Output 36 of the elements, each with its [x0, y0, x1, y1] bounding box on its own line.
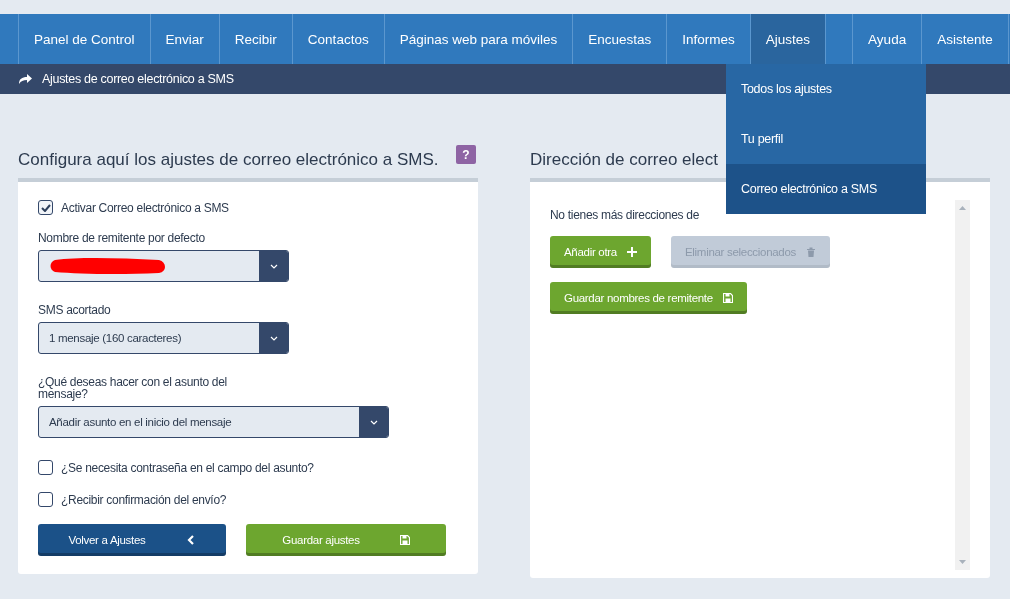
save-button[interactable]: Guardar nombres de remitente	[550, 282, 747, 314]
checkbox[interactable]	[38, 200, 53, 215]
save-button[interactable]: Guardar ajustes	[246, 524, 446, 556]
section-title: Dirección de correo elect	[530, 150, 719, 170]
checkbox-label: Activar Correo electrónico a SMS	[61, 200, 229, 215]
field-label: ¿Qué deseas hacer con el asunto del mensaje?	[38, 376, 228, 400]
checkbox[interactable]	[38, 492, 53, 507]
help-button[interactable]: ?	[456, 145, 476, 164]
checkbox-label: ¿Recibir confirmación del envío?	[61, 492, 227, 507]
field-label: SMS acortado	[38, 304, 112, 316]
share-arrow-icon	[18, 73, 32, 85]
breadcrumb-title: Ajustes de correo electrónico a SMS	[42, 72, 234, 86]
trash-icon	[806, 247, 816, 257]
scroll-up-icon	[959, 206, 966, 210]
checkbox-label: ¿Se necesita contraseña en el campo del asunto?	[61, 460, 314, 475]
chevron-down-icon	[369, 419, 378, 425]
dropdown-field[interactable]	[38, 250, 289, 282]
chevron-down-icon	[269, 263, 278, 269]
nav-tab[interactable]: Ajustes	[749, 14, 826, 64]
add-button[interactable]: Añadir otra	[550, 236, 651, 268]
chevron-down-icon	[269, 335, 278, 341]
scroll-down-icon	[959, 560, 966, 564]
dropdown-field[interactable]: Añadir asunto en el inicio del mensaje	[38, 406, 389, 438]
chevron-left-icon	[185, 535, 196, 545]
dropdown-field[interactable]: 1 mensaje (160 caracteres)	[38, 322, 289, 354]
check-mark-icon	[40, 203, 51, 212]
plus-icon	[626, 247, 637, 257]
menu-item[interactable]: Correo electrónico a SMS	[726, 164, 926, 214]
menu-item[interactable]: Tu perfil	[726, 114, 926, 164]
menu-item[interactable]: Todos los ajustes	[726, 64, 926, 114]
back-button[interactable]: Volver a Ajustes	[38, 524, 226, 556]
checkbox[interactable]	[38, 460, 53, 475]
field-label: Nombre de remitente por defecto	[38, 232, 206, 244]
scrollbar[interactable]	[955, 200, 970, 570]
info-text: No tienes más direcciones de	[550, 208, 700, 222]
section-title: Configura aquí los ajustes de correo electrónico a SMS.	[18, 150, 439, 170]
